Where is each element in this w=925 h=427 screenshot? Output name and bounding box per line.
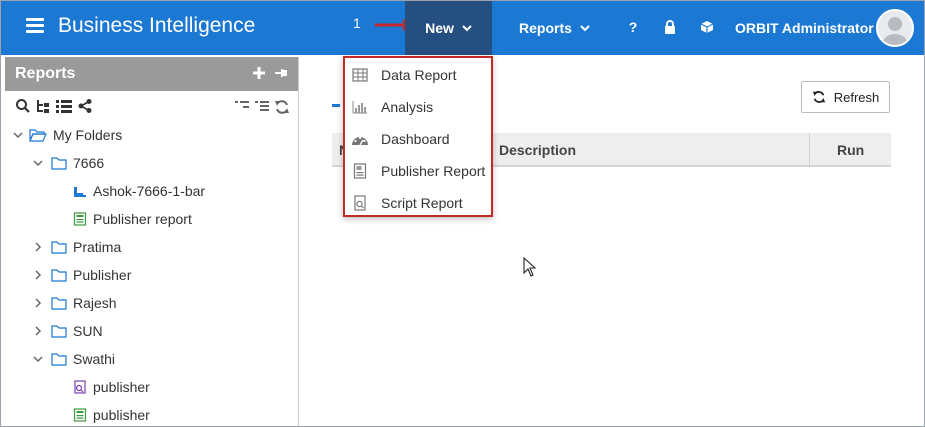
refresh-tree-icon[interactable] [274,99,290,115]
list-view-icon[interactable] [55,98,73,114]
tree-item-pratima[interactable]: Pratima [33,233,121,261]
tree-item-label: Swathi [73,351,116,367]
tree-item-label: 7666 [73,155,105,171]
top-navigation-bar: Business Intelligence 1 New Reports ? OR… [1,1,924,55]
help-icon[interactable]: ? [625,19,641,35]
tree-item-publisher[interactable]: Publisher [33,261,131,289]
column-divider [809,133,810,167]
column-header-description[interactable]: Description [499,142,576,158]
folder-open-icon [29,129,47,142]
tree-item-label: Rajesh [73,295,117,311]
tab-indicator [332,104,340,107]
new-dropdown-menu: Data Report Analysis Dashboard Publisher… [343,56,493,217]
chevron-right-icon[interactable] [33,242,43,252]
tree-item-sun[interactable]: SUN [33,317,103,345]
chevron-down-icon[interactable] [13,130,23,140]
tree-item-publisher-report-2[interactable]: publisher [73,401,150,426]
refresh-icon [812,91,825,103]
chevron-down-icon[interactable] [33,158,43,168]
menu-item-publisher-report[interactable]: Publisher Report [345,155,491,187]
folder-icon [51,324,67,338]
step-number-annotation: 1 [353,15,361,31]
tree-item-label: My Folders [53,127,123,143]
menu-item-label: Publisher Report [381,163,486,179]
tree-item-my-folders[interactable]: My Folders [13,121,122,149]
table-icon [350,67,370,83]
folder-icon [51,268,67,282]
publisher-report-icon [73,212,87,226]
app-window: Business Intelligence 1 New Reports ? OR… [0,0,925,427]
menu-item-label: Dashboard [381,131,450,147]
avatar[interactable] [876,9,914,47]
tree-item-label: SUN [73,323,103,339]
sidebar-title: Reports [15,65,76,82]
tree-item-ashok-bar[interactable]: Ashok-7666-1-bar [73,177,205,205]
search-icon[interactable] [15,98,31,114]
script-report-icon [74,380,86,394]
reports-sidebar: Reports My Folders 7666 Ashok-7666-1-bar… [5,57,299,426]
pin-icon[interactable] [274,66,288,80]
menu-item-analysis[interactable]: Analysis [345,91,491,123]
tree-item-7666[interactable]: 7666 [33,149,104,177]
tree-item-publisher-script[interactable]: publisher [73,373,150,401]
chevron-right-icon[interactable] [33,270,43,280]
tree-item-label: Ashok-7666-1-bar [93,183,206,199]
chevron-down-icon[interactable] [33,354,43,364]
sidebar-header: Reports [5,57,298,91]
refresh-label: Refresh [833,89,880,105]
user-name[interactable]: ORBIT Administrator [735,20,874,36]
expand-all-icon[interactable] [254,99,270,113]
tree-view-icon[interactable] [35,98,51,114]
app-title: Business Intelligence [58,14,256,37]
chevron-down-icon [462,25,472,32]
tree-item-label: Pratima [73,239,122,255]
chevron-down-icon [580,25,590,32]
bar-chart-icon [350,99,370,115]
folder-icon [51,296,67,310]
tree-item-label: Publisher report [93,211,192,227]
tree-item-publisher-report[interactable]: Publisher report [73,205,192,233]
menu-item-script-report[interactable]: Script Report [345,187,491,219]
new-menu-button[interactable]: New [405,1,492,55]
tree-item-label: publisher [93,379,150,395]
lock-icon[interactable] [662,19,678,35]
gauge-icon [350,131,370,147]
tree-item-label: Publisher [73,267,132,283]
publisher-report-icon [73,408,87,422]
chevron-right-icon[interactable] [33,298,43,308]
column-header-run[interactable]: Run [837,142,864,158]
folder-icon [51,156,67,170]
tree-item-label: publisher [93,407,150,423]
new-menu-label: New [425,20,454,36]
tree-item-swathi[interactable]: Swathi [33,345,115,373]
share-icon[interactable] [77,98,93,114]
folder-icon [51,240,67,254]
menu-item-label: Data Report [381,67,457,83]
chevron-right-icon[interactable] [33,326,43,336]
menu-item-data-report[interactable]: Data Report [345,59,491,91]
script-report-icon [350,195,370,211]
hamburger-menu-icon[interactable] [26,18,44,36]
mouse-cursor-icon [523,257,537,277]
menu-item-dashboard[interactable]: Dashboard [345,123,491,155]
folder-icon [51,352,67,366]
reports-menu-button[interactable]: Reports [519,1,590,55]
publisher-report-icon [350,163,370,179]
sidebar-toolbar [5,91,298,121]
refresh-button[interactable]: Refresh [801,81,890,113]
menu-item-label: Script Report [381,195,463,211]
menu-item-label: Analysis [381,99,434,115]
collapse-all-icon[interactable] [234,99,250,113]
bar-report-icon [74,187,86,197]
tree-item-rajesh[interactable]: Rajesh [33,289,117,317]
cube-icon[interactable] [699,19,715,35]
add-icon[interactable] [252,66,266,80]
reports-menu-label: Reports [519,20,572,36]
